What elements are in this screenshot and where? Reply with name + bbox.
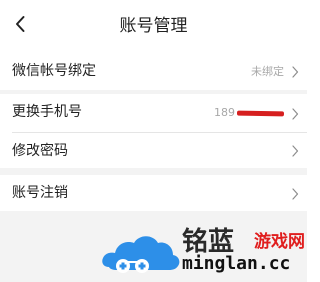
account-cancellation-row[interactable]: 账号注销 [0,175,307,211]
change-phone-row[interactable]: 更换手机号 189 [0,94,307,132]
cloud-gamepad-icon [100,228,182,276]
change-phone-label: 更换手机号 [12,104,82,120]
phone-number: 189 [214,106,285,120]
wechat-binding-status: 未绑定 [251,65,284,78]
change-password-label: 修改密码 [12,143,68,159]
phone-redaction-mark [236,110,285,116]
watermark-subtitle: 游戏网 [254,232,305,252]
navigation-bar: 账号管理 [0,0,307,53]
wechat-binding-row[interactable]: 微信帐号绑定 未绑定 [0,53,307,90]
phone-number-prefix: 189 [214,106,235,119]
section-divider [0,168,307,175]
change-password-row[interactable]: 修改密码 [0,133,307,168]
page-title: 账号管理 [119,16,188,36]
chevron-right-icon [291,145,299,157]
watermark-chinese-text: 铭蓝 [182,227,235,257]
chevron-right-icon [291,188,299,200]
account-cancellation-label: 账号注销 [12,185,68,201]
account-management-screen: 账号管理 微信帐号绑定 未绑定 更换手机号 189 修改密码 账号注销 铭蓝 游… [0,0,307,282]
chevron-right-icon [291,66,299,78]
watermark-domain: minglan.cc [182,253,291,274]
watermark: 铭蓝 游戏网 minglan.cc [100,224,307,278]
chevron-right-icon [291,108,299,120]
wechat-binding-label: 微信帐号绑定 [12,63,96,79]
